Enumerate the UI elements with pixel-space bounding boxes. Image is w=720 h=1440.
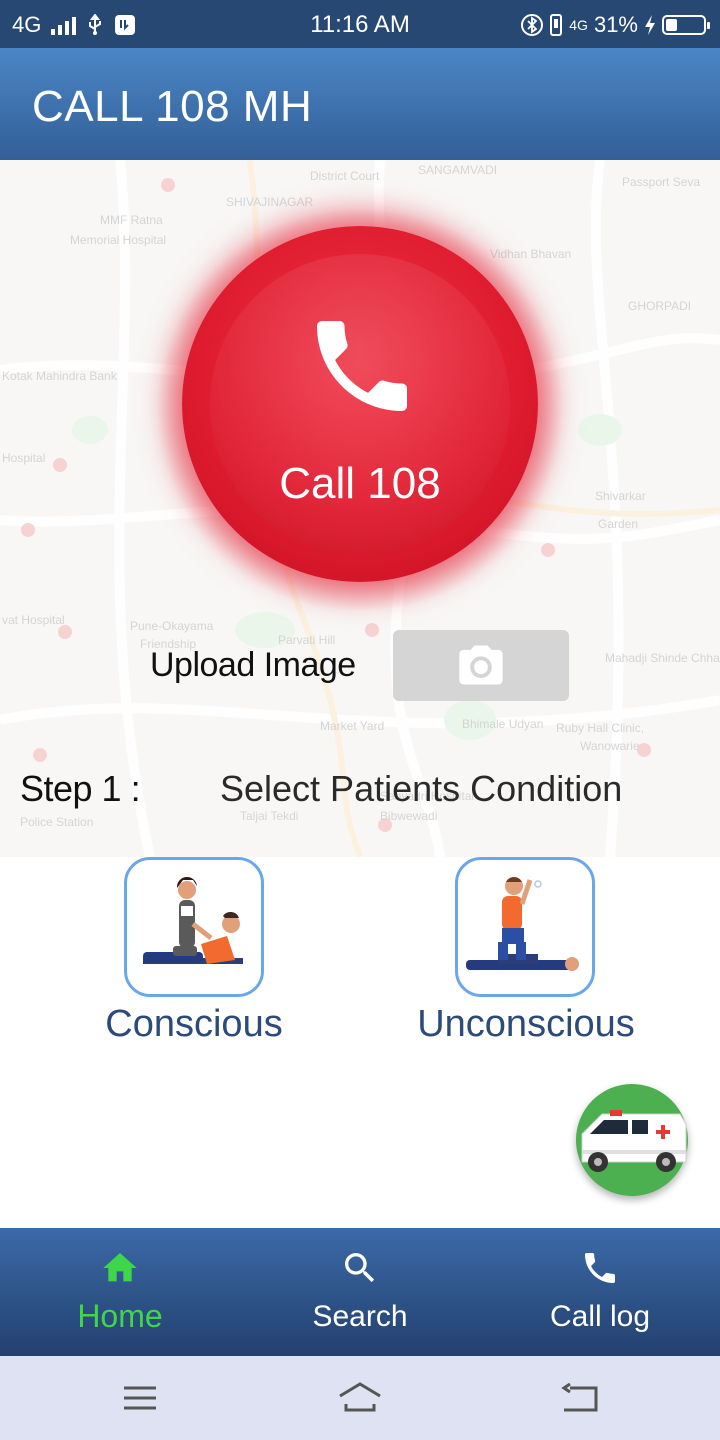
nav-search-label: Search (312, 1300, 408, 1333)
app-bar: CALL 108 MH (0, 48, 720, 160)
network-type-right: 4G (569, 17, 588, 33)
nav-search[interactable]: Search (240, 1228, 480, 1356)
battery-percent: 31% (593, 12, 638, 37)
bottom-navigation: Home Search Call log (0, 1228, 720, 1356)
battery-icon (662, 15, 710, 35)
unconscious-label: Unconscious (417, 1003, 635, 1045)
ambulance-icon (581, 1110, 687, 1172)
nav-home-label: Home (77, 1298, 163, 1334)
app-title: CALL 108 MH (32, 82, 313, 131)
camera-icon (459, 645, 503, 685)
nav-home[interactable]: Home (0, 1228, 240, 1356)
step-instruction: Select Patients Condition (220, 768, 623, 809)
nav-call-log[interactable]: Call log (480, 1228, 720, 1356)
conscious-label: Conscious (105, 1003, 283, 1045)
status-right: 4G 31% (521, 12, 710, 38)
back-icon[interactable] (556, 1374, 604, 1422)
unconscious-option[interactable] (455, 857, 595, 997)
phone-icon (317, 321, 407, 411)
status-bar: 4G 11:16 AM 4G 31% (0, 0, 720, 48)
system-navigation-bar (0, 1356, 720, 1440)
home-button-icon[interactable] (336, 1374, 384, 1422)
call-button-label: Call 108 (279, 459, 441, 508)
conscious-option[interactable] (124, 857, 264, 997)
search-icon (345, 1253, 375, 1283)
conscious-patient-illustration (143, 876, 243, 964)
vibrate-icon (550, 14, 563, 36)
call-108-button[interactable]: Call 108 (182, 226, 538, 582)
menu-icon[interactable] (116, 1374, 164, 1422)
ambulance-fab[interactable] (576, 1084, 688, 1196)
phone-icon (585, 1253, 615, 1283)
upload-image-label: Upload Image (150, 646, 356, 684)
nav-call-log-label: Call log (549, 1300, 651, 1333)
unconscious-patient-illustration (466, 877, 579, 971)
bluetooth-icon (521, 14, 544, 36)
charging-icon (645, 15, 655, 35)
upload-image-button[interactable] (393, 630, 569, 701)
step-label: Step 1 : (20, 768, 141, 809)
home-icon (103, 1253, 137, 1282)
